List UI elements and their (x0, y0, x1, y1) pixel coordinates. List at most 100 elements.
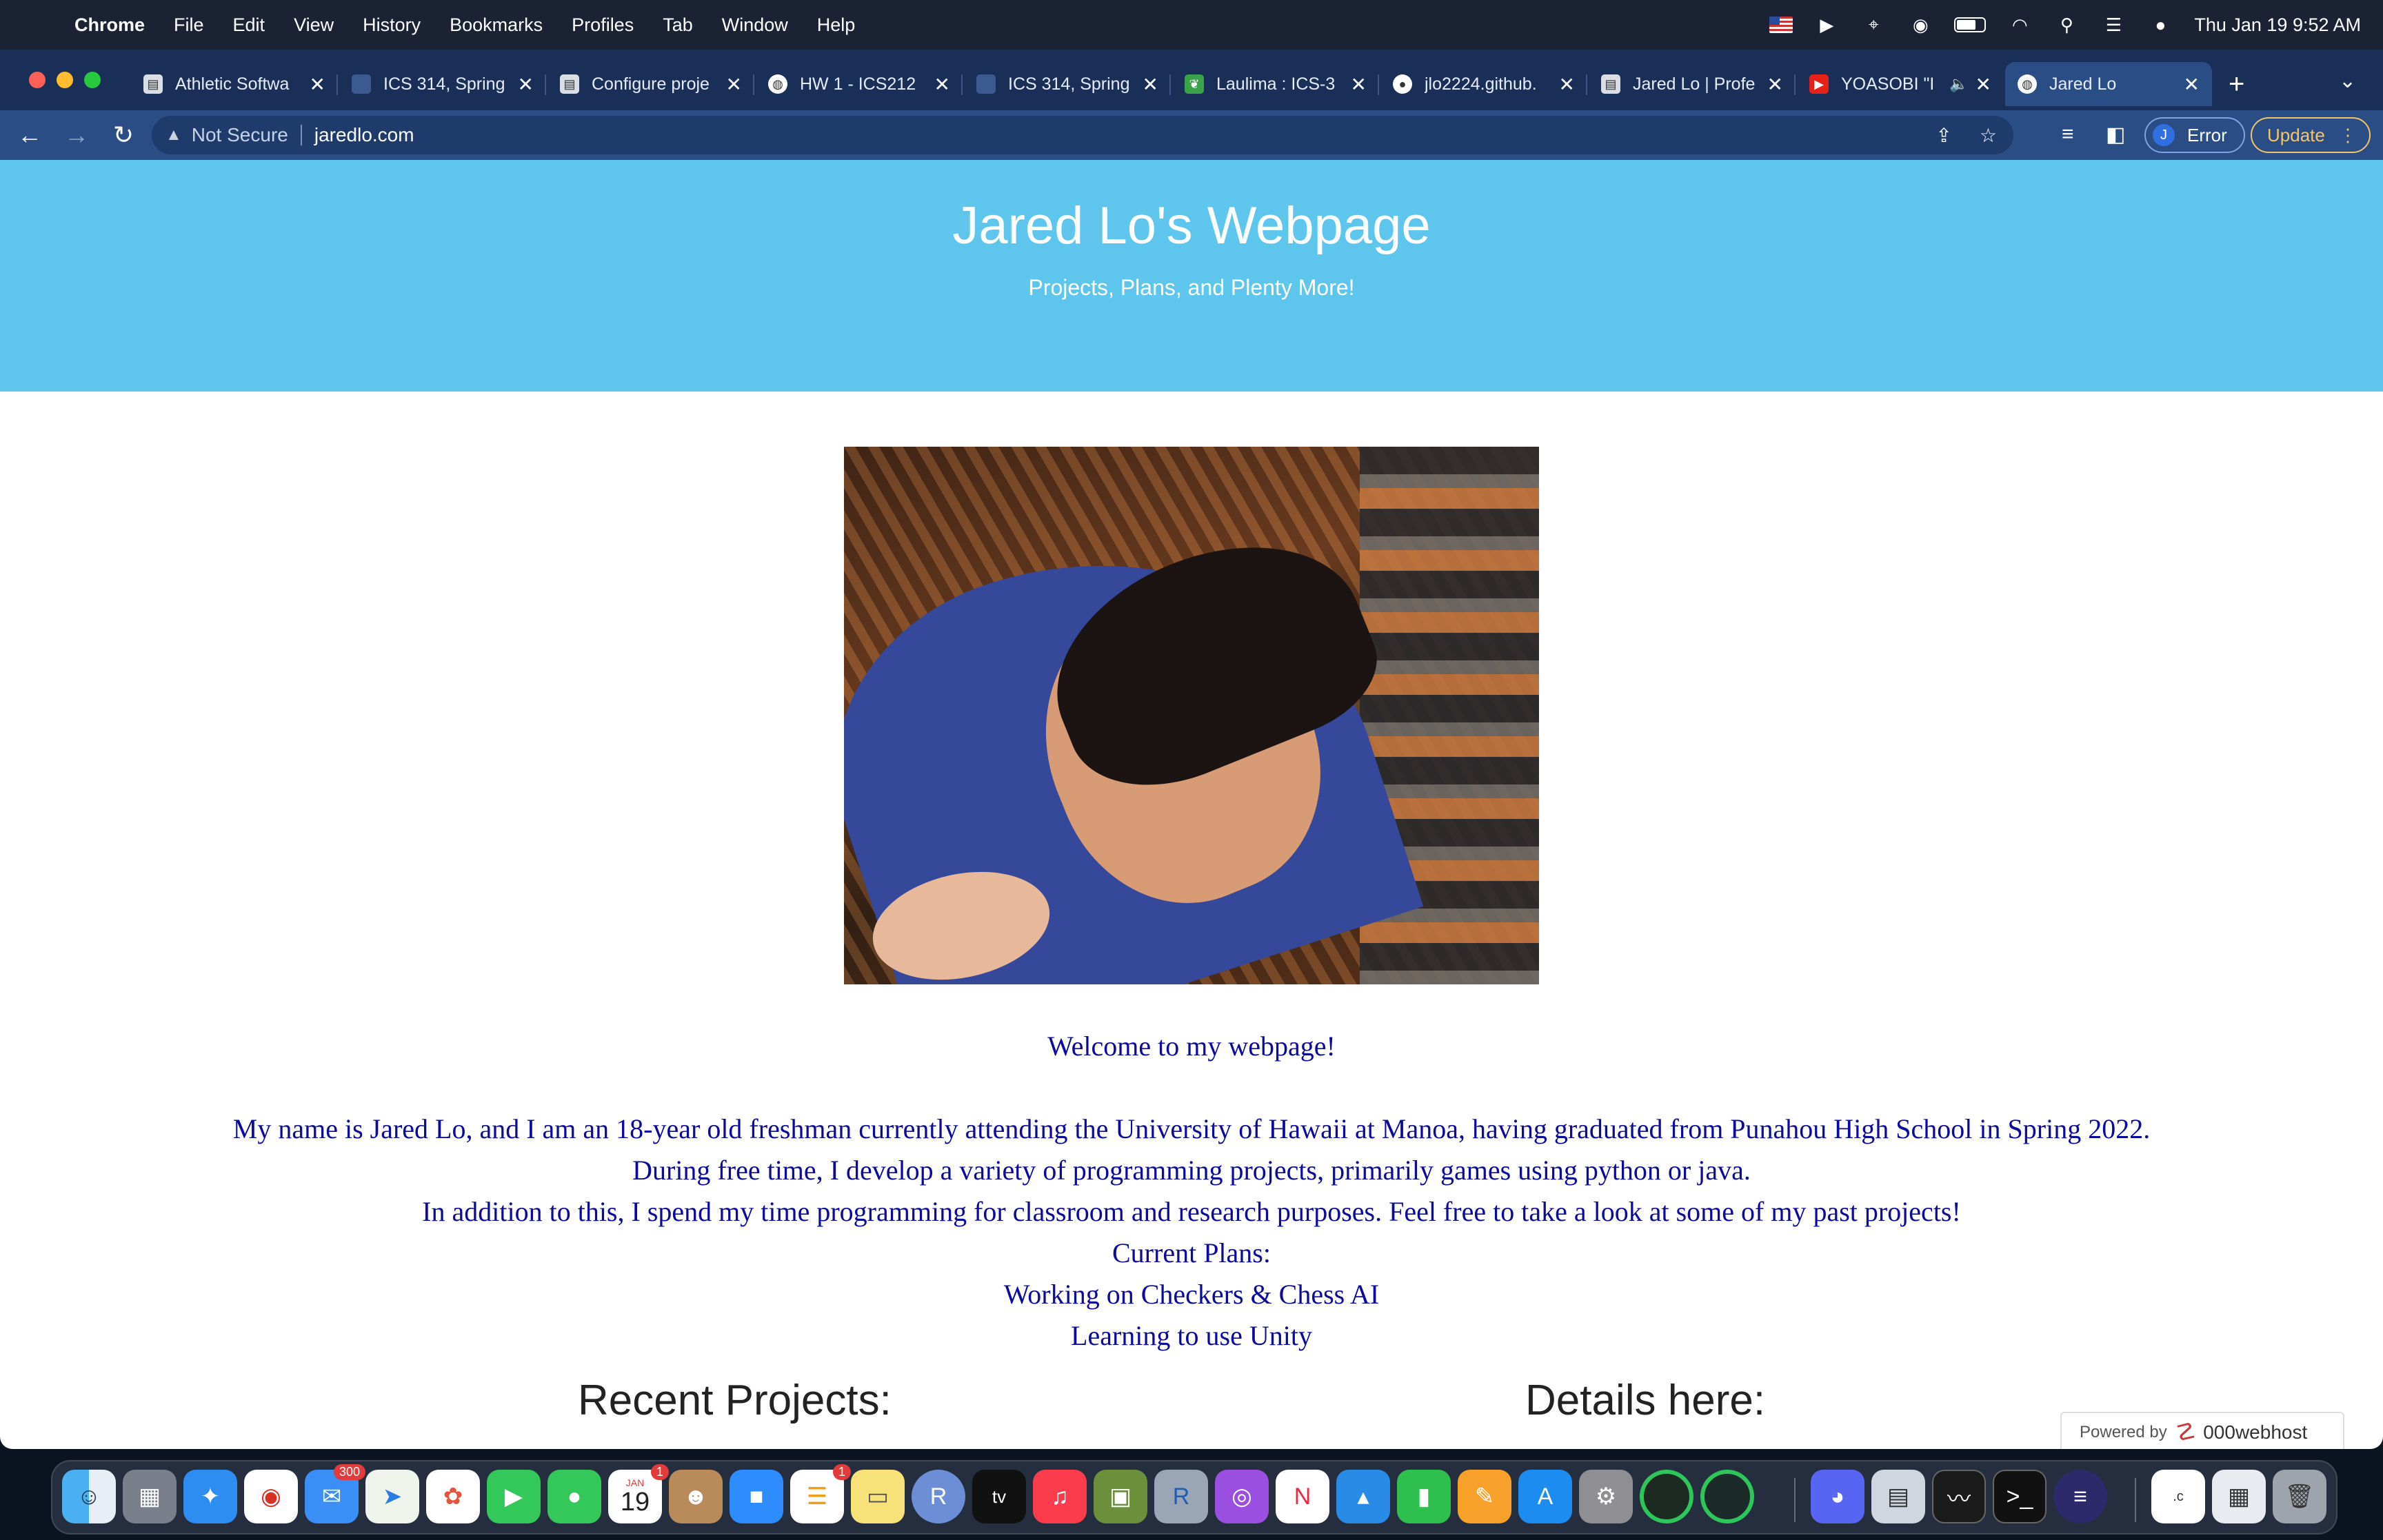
tab-laulima[interactable]: ❦ Laulima : ICS-3 ✕ (1172, 62, 1379, 106)
safari-icon[interactable]: ✦ (183, 1470, 237, 1523)
finder-icon[interactable]: ☺ (62, 1470, 116, 1523)
security-label[interactable]: Not Secure (192, 124, 288, 146)
tab-ics314-1[interactable]: ICS 314, Spring ✕ (339, 62, 546, 106)
minecraft-icon[interactable]: ▣ (1094, 1470, 1147, 1523)
reading-list-icon[interactable]: ≡ (2062, 123, 2074, 146)
kebab-menu-icon[interactable]: ⋮ (2339, 125, 2357, 146)
reminders-icon[interactable]: ☰ 1 (790, 1464, 851, 1523)
downloads-folder-icon[interactable]: ▦ (2212, 1470, 2266, 1523)
reload-icon[interactable]: ↻ (106, 121, 141, 150)
close-tab-icon[interactable]: ✕ (1143, 73, 1158, 96)
side-panel-icon[interactable]: ◧ (2106, 123, 2125, 147)
music-icon[interactable]: ♫ (1033, 1470, 1087, 1523)
minimize-window-icon[interactable] (57, 72, 73, 88)
launchpad-icon[interactable]: ▦ (123, 1470, 177, 1523)
url-text[interactable]: jaredlo.com (314, 124, 414, 146)
tab-github-pages[interactable]: ● jlo2224.github. ✕ (1380, 62, 1587, 106)
bio-line: In addition to this, I spend my time pro… (422, 1196, 1961, 1227)
news-icon[interactable]: N (1276, 1470, 1329, 1523)
menu-clock[interactable]: Thu Jan 19 9:52 AM (2194, 14, 2361, 36)
forward-arrow-icon[interactable]: → (59, 121, 94, 150)
close-tab-icon[interactable]: ✕ (934, 73, 950, 96)
preview-icon[interactable]: ▤ (1871, 1470, 1925, 1523)
share-icon[interactable]: ⇪ (1935, 124, 1951, 147)
tab-jared-lo-profile[interactable]: ▤ Jared Lo | Profe ✕ (1589, 62, 1796, 106)
menu-window[interactable]: Window (722, 14, 788, 36)
spotlight-search-icon[interactable]: ⚲ (2053, 12, 2080, 38)
reminders-badge: 1 (832, 1464, 851, 1480)
menu-help[interactable]: Help (817, 14, 856, 36)
tab-jared-lo-active[interactable]: ◍ Jared Lo ✕ (2005, 62, 2212, 106)
bookmark-star-icon[interactable]: ☆ (1980, 124, 1997, 147)
contacts-icon[interactable]: ☻ (669, 1470, 723, 1523)
activity-ring-icon-2[interactable] (1700, 1470, 1754, 1523)
calendar-icon[interactable]: JAN 19 1 (608, 1464, 669, 1523)
numbers-icon[interactable]: ▮ (1397, 1470, 1451, 1523)
profile-button[interactable]: J Error (2144, 117, 2245, 153)
close-tab-icon[interactable]: ✕ (1351, 73, 1367, 96)
app-store-icon[interactable]: A (1518, 1470, 1572, 1523)
wifi-icon[interactable]: ◠ (2007, 12, 2033, 38)
warning-triangle-icon[interactable]: ▲ (165, 125, 182, 145)
tab-hw1-ics212[interactable]: ◍ HW 1 - ICS212 ✕ (756, 62, 963, 106)
photos-icon[interactable]: ✿ (426, 1470, 480, 1523)
menu-view[interactable]: View (294, 14, 334, 36)
play-icon[interactable]: ▶ (1813, 12, 1840, 38)
close-tab-icon[interactable]: ✕ (1559, 73, 1575, 96)
control-center-icon[interactable]: ☰ (2100, 12, 2126, 38)
activity-ring-icon[interactable] (1640, 1470, 1693, 1523)
tab-youtube-yoasobi[interactable]: ▶ YOASOBI "I 🔈 ✕ (1797, 62, 2004, 106)
mail-icon[interactable]: ✉ 300 (305, 1464, 365, 1523)
facetime-icon[interactable]: ▶ (487, 1470, 541, 1523)
menu-file[interactable]: File (174, 14, 204, 36)
discord-icon[interactable]: ◕ (1811, 1470, 1864, 1523)
close-tab-icon[interactable]: ✕ (310, 73, 325, 96)
tab-title: ICS 314, Spring (1008, 74, 1130, 94)
system-preferences-icon[interactable]: ⚙ (1579, 1470, 1633, 1523)
trash-icon[interactable]: 🗑 (2273, 1470, 2326, 1523)
menu-tab[interactable]: Tab (663, 14, 693, 36)
powered-by-badge[interactable]: Powered by ☡ 000webhost (2060, 1412, 2344, 1449)
tab-search-chevron-icon[interactable]: ⌄ (2339, 69, 2356, 93)
airpods-icon[interactable]: ⌖ (1860, 12, 1887, 38)
zoom-window-icon[interactable] (84, 72, 101, 88)
close-tab-icon[interactable]: ✕ (726, 73, 742, 96)
chrome-icon[interactable]: ◉ (244, 1470, 298, 1523)
maps-icon[interactable]: ➤ (365, 1470, 419, 1523)
tab-ics314-2[interactable]: ICS 314, Spring ✕ (964, 62, 1171, 106)
tab-configure-project[interactable]: ▤ Configure proje ✕ (547, 62, 754, 106)
activity-monitor-icon[interactable]: 〰 (1932, 1470, 1986, 1523)
terminal-icon[interactable]: >_ (1993, 1470, 2047, 1523)
menu-edit[interactable]: Edit (233, 14, 265, 36)
speaker-icon[interactable]: 🔈 (1949, 75, 1968, 93)
input-source-flag-icon[interactable] (1769, 17, 1793, 33)
pages-icon[interactable]: ✎ (1458, 1470, 1511, 1523)
close-window-icon[interactable] (29, 72, 46, 88)
rstudio-icon[interactable]: R (1154, 1470, 1208, 1523)
c-file-icon[interactable]: .c (2151, 1470, 2205, 1523)
address-bar[interactable]: ▲ Not Secure jaredlo.com ⇪ ☆ (152, 116, 2013, 154)
user-circle-icon[interactable]: ◉ (1907, 12, 1933, 38)
close-tab-icon[interactable]: ✕ (1767, 73, 1783, 96)
siri-icon[interactable]: ● (2147, 12, 2173, 38)
close-tab-icon[interactable]: ✕ (2184, 73, 2200, 96)
battery-icon[interactable] (1954, 17, 1987, 32)
menu-app-name[interactable]: Chrome (74, 14, 145, 36)
notes-icon[interactable]: ▭ (851, 1470, 905, 1523)
podcasts-icon[interactable]: ◎ (1215, 1470, 1269, 1523)
eclipse-icon[interactable]: ≡ (2053, 1470, 2107, 1523)
menu-bookmarks[interactable]: Bookmarks (450, 14, 543, 36)
new-tab-plus-icon[interactable]: + (2229, 69, 2244, 100)
keynote-icon[interactable]: ▴ (1336, 1470, 1390, 1523)
back-arrow-icon[interactable]: ← (12, 121, 47, 150)
update-button[interactable]: Update ⋮ (2251, 117, 2371, 153)
tab-athletic-software[interactable]: ▤ Athletic Softwa ✕ (131, 62, 338, 106)
menu-history[interactable]: History (363, 14, 421, 36)
apple-tv-icon[interactable]: tv (972, 1470, 1026, 1523)
messages-icon[interactable]: ● (547, 1470, 601, 1523)
r-app-icon[interactable]: R (912, 1470, 965, 1523)
menu-profiles[interactable]: Profiles (572, 14, 634, 36)
zoom-icon[interactable]: ■ (730, 1470, 783, 1523)
close-tab-icon[interactable]: ✕ (518, 73, 534, 96)
close-tab-icon[interactable]: ✕ (1975, 73, 1991, 96)
